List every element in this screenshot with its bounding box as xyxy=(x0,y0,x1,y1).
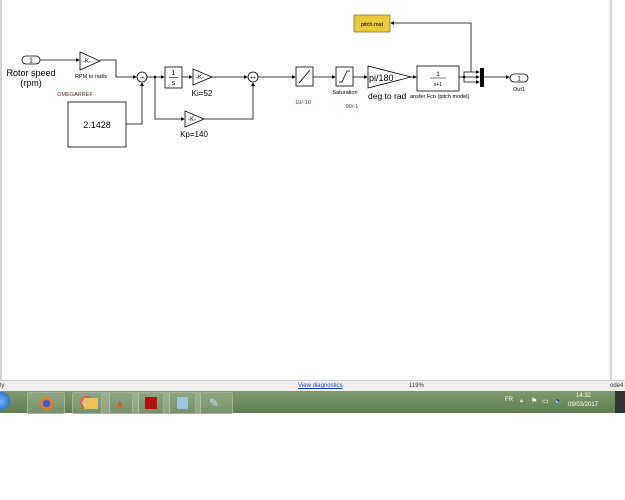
paint-icon[interactable]: ✎ xyxy=(195,392,233,414)
svg-text:pi/180: pi/180 xyxy=(369,73,394,83)
mux-block[interactable] xyxy=(480,68,484,87)
svg-text:90/-1: 90/-1 xyxy=(346,104,359,110)
solver-name: ode4 xyxy=(610,383,624,389)
view-diagnostics-link[interactable]: View diagnostics xyxy=(298,383,343,389)
clock-date[interactable]: 09/03/2017 xyxy=(568,402,598,408)
svg-text:-K-: -K- xyxy=(196,75,204,81)
simulink-canvas[interactable]: 1 Rotor speed (rpm) -K- RPM to rad/s OME… xyxy=(0,0,625,380)
to-file-block[interactable]: pitch.mat xyxy=(353,14,391,33)
constant-block[interactable]: OMEGARREF 2.1428 xyxy=(57,92,127,148)
saturation-block[interactable]: Saturation 90/-1 xyxy=(332,66,359,110)
svg-text:-K-: -K- xyxy=(83,59,91,65)
svg-text:OMEGARREF: OMEGARREF xyxy=(57,92,93,98)
svg-text:pitch.mat: pitch.mat xyxy=(361,22,384,28)
zoom-level: 119% xyxy=(409,383,424,389)
svg-text:s+1: s+1 xyxy=(434,82,442,88)
show-hidden-icons[interactable]: ▴ xyxy=(520,397,523,404)
inport-block[interactable]: 1 Rotor speed (rpm) xyxy=(6,55,56,88)
integrator-block[interactable]: 1 s xyxy=(164,66,183,89)
svg-text:ansfer Fcn (pitch model): ansfer Fcn (pitch model) xyxy=(410,94,469,100)
outport-block[interactable]: 1 Out1 xyxy=(509,73,529,93)
svg-text:s: s xyxy=(172,80,176,87)
svg-text:Rotor speed: Rotor speed xyxy=(6,68,55,78)
svg-text:1: 1 xyxy=(172,70,176,77)
windows-start-icon[interactable] xyxy=(0,392,10,410)
rate-limiter-block[interactable]: 10/-10 xyxy=(295,66,314,106)
volume-icon[interactable]: 🔈 xyxy=(554,397,563,405)
firefox-icon[interactable] xyxy=(27,392,65,414)
svg-text:deg to rad: deg to rad xyxy=(368,91,407,101)
clock-time[interactable]: 14:32 xyxy=(576,393,591,399)
action-center-icon[interactable]: ⚑ xyxy=(531,397,537,405)
rpm-gain-block[interactable]: -K- RPM to rad/s xyxy=(75,51,107,80)
sum2-block[interactable]: ++ xyxy=(247,71,259,83)
svg-text:Out1: Out1 xyxy=(513,87,525,93)
svg-text:2.1428: 2.1428 xyxy=(83,120,111,130)
svg-text:10/-10: 10/-10 xyxy=(295,100,311,106)
svg-text:Saturation: Saturation xyxy=(332,90,357,96)
status-text: ly xyxy=(0,383,5,389)
svg-text:Ki=52: Ki=52 xyxy=(192,89,213,98)
svg-text:1: 1 xyxy=(29,58,33,65)
sum1-block[interactable]: -+ xyxy=(136,71,148,83)
show-desktop-button[interactable] xyxy=(615,391,625,413)
transfer-fcn-block[interactable]: 1 s+1 ansfer Fcn (pitch model) xyxy=(410,65,469,100)
network-icon[interactable]: ▭ xyxy=(542,397,549,405)
svg-text:-+: -+ xyxy=(140,75,145,81)
svg-text:Kp=140: Kp=140 xyxy=(180,130,208,139)
ki-gain-block[interactable]: -K- Ki=52 xyxy=(192,68,214,98)
svg-text:(rpm): (rpm) xyxy=(20,78,42,88)
svg-text:-K-: -K- xyxy=(188,117,196,123)
svg-text:++: ++ xyxy=(250,75,256,81)
svg-text:RPM to rad/s: RPM to rad/s xyxy=(75,74,107,80)
language-indicator[interactable]: FR xyxy=(505,397,513,403)
kp-gain-block[interactable]: -K- Kp=140 xyxy=(180,110,208,139)
taskbar: ▲ ✎ FR ▴ ⚑ ▭ 🔈 14:32 09/03/2017 xyxy=(0,391,625,414)
deg-to-rad-gain-block[interactable]: pi/180 deg to rad xyxy=(367,65,412,101)
